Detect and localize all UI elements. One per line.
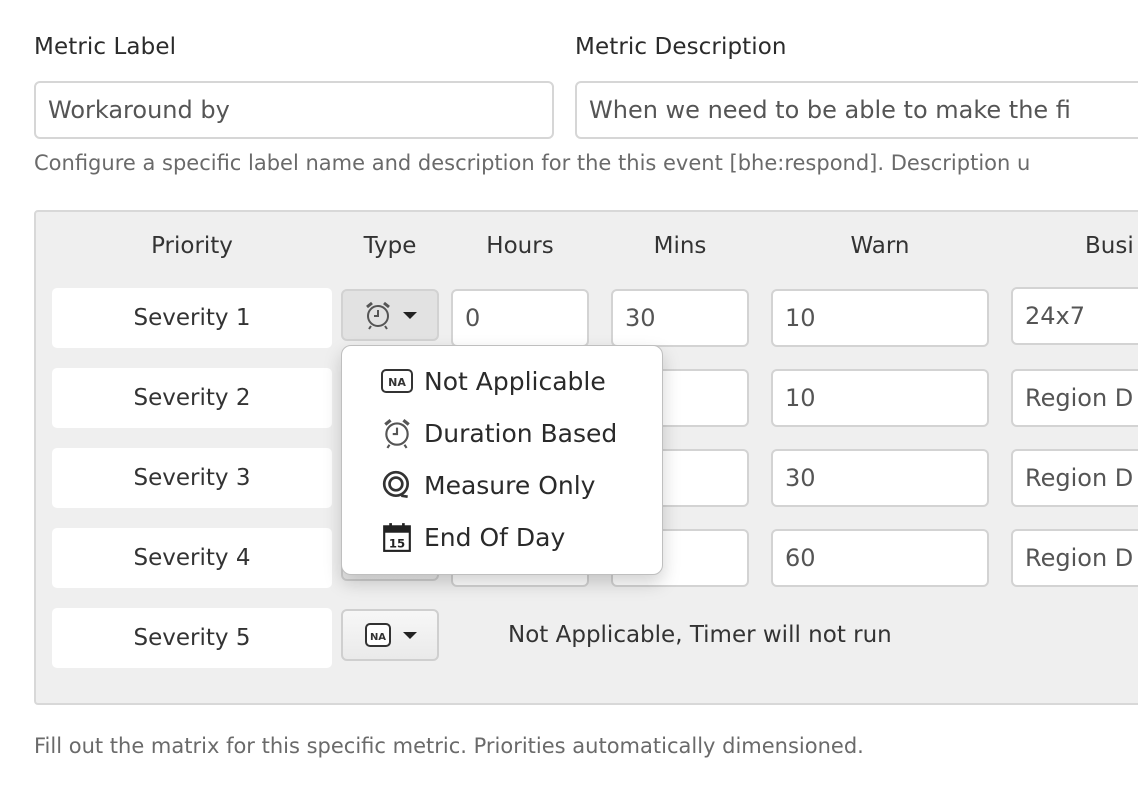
priority-severity-5: Severity 5: [52, 608, 332, 668]
menu-item-end-of-day[interactable]: 15 End Of Day: [380, 515, 565, 559]
business-hours-select-severity-3[interactable]: Region D: [1011, 449, 1138, 507]
type-dropdown-menu: NA Not Applicable Duration Based Measure…: [341, 345, 663, 575]
na-icon: NA: [380, 366, 414, 396]
chevron-down-icon: [403, 631, 417, 639]
label-config-help-text: Configure a specific label name and desc…: [34, 151, 1031, 175]
priority-severity-1: Severity 1: [52, 288, 332, 348]
priority-severity-4: Severity 4: [52, 528, 332, 588]
menu-item-duration-based[interactable]: Duration Based: [380, 411, 617, 455]
column-header-warn: Warn: [850, 233, 910, 259]
business-hours-select-severity-4[interactable]: Region D: [1011, 529, 1138, 587]
svg-text:NA: NA: [388, 376, 406, 389]
warn-input-severity-1[interactable]: 10: [771, 289, 989, 347]
alarm-clock-icon: [380, 417, 414, 449]
calendar-icon: 15: [380, 521, 414, 553]
menu-item-label: End Of Day: [424, 522, 566, 552]
menu-item-measure-only[interactable]: Measure Only: [380, 463, 595, 507]
metric-label-input[interactable]: Workaround by: [34, 81, 554, 139]
warn-input-severity-4[interactable]: 60: [771, 529, 989, 587]
na-icon: NA: [363, 620, 393, 650]
svg-text:NA: NA: [370, 632, 386, 643]
business-hours-select-severity-1[interactable]: 24x7: [1011, 287, 1138, 345]
hours-input-severity-1[interactable]: 0: [451, 289, 589, 347]
type-select-severity-5[interactable]: NA: [341, 609, 439, 661]
priority-severity-2: Severity 2: [52, 368, 332, 428]
measure-icon: [380, 469, 414, 501]
metric-description-heading: Metric Description: [575, 34, 787, 60]
column-header-mins: Mins: [653, 233, 707, 259]
priority-severity-3: Severity 3: [52, 448, 332, 508]
metric-description-input[interactable]: When we need to be able to make the fi: [575, 81, 1138, 139]
business-hours-select-severity-2[interactable]: Region D: [1011, 369, 1138, 427]
menu-item-label: Measure Only: [424, 470, 596, 500]
alarm-clock-icon: [363, 300, 393, 330]
column-header-type: Type: [363, 233, 417, 259]
column-header-hours: Hours: [486, 233, 554, 259]
svg-text:15: 15: [389, 537, 405, 551]
column-header-business: Busi: [1085, 233, 1134, 259]
matrix-help-text: Fill out the matrix for this specific me…: [34, 734, 864, 758]
warn-input-severity-3[interactable]: 30: [771, 449, 989, 507]
not-applicable-note: Not Applicable, Timer will not run: [508, 622, 892, 648]
metric-label-heading: Metric Label: [34, 34, 177, 60]
type-select-severity-1[interactable]: [341, 289, 439, 341]
mins-input-severity-1[interactable]: 30: [611, 289, 749, 347]
warn-input-severity-2[interactable]: 10: [771, 369, 989, 427]
menu-item-not-applicable[interactable]: NA Not Applicable: [380, 359, 606, 403]
column-header-priority: Priority: [151, 233, 233, 259]
menu-item-label: Duration Based: [424, 418, 618, 448]
menu-item-label: Not Applicable: [424, 366, 606, 396]
chevron-down-icon: [403, 311, 417, 319]
